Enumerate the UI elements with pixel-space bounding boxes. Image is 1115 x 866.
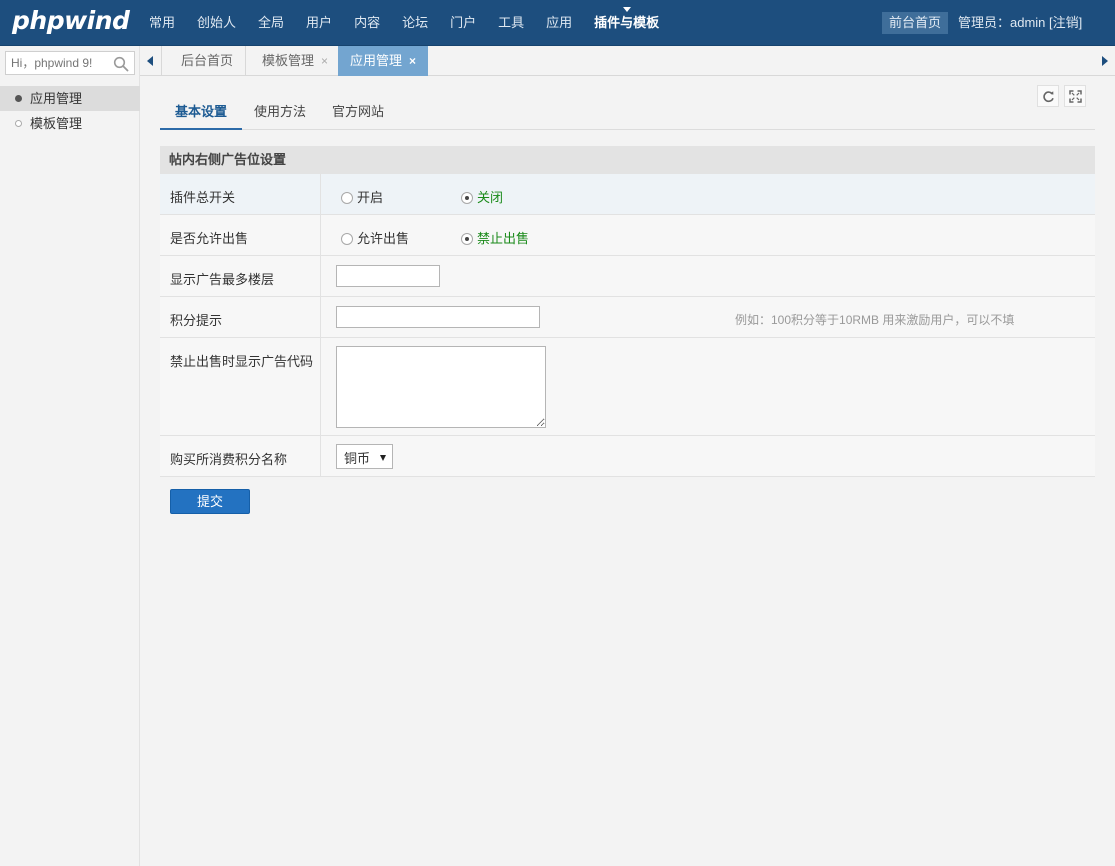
field-label: 禁止出售时显示广告代码 [160,338,321,435]
nav-item-apps[interactable]: 应用 [535,0,583,46]
logout-link[interactable]: [注销] [1049,15,1082,30]
radio-label: 开启 [357,190,384,205]
form-row-plugin-switch: 插件总开关 开启 关闭 [160,174,1095,215]
form-section-title: 帖内右侧广告位设置 [160,146,1095,174]
radio-allow-sale[interactable]: 允许出售 [341,228,409,247]
radio-label: 禁止出售 [477,231,530,246]
sidebar-item-template-management[interactable]: 模板管理 [0,111,140,136]
ad-code-textarea[interactable] [336,346,546,428]
form-row-max-floors: 显示广告最多楼层 [160,256,1095,297]
nav-item-global[interactable]: 全局 [247,0,295,46]
nav-item-founder[interactable]: 创始人 [186,0,247,46]
sidebar-menu: 应用管理 模板管理 [0,86,140,136]
form-row-allow-sale: 是否允许出售 允许出售 禁止出售 [160,215,1095,256]
nav-item-plugins-templates[interactable]: 插件与模板 [583,0,670,46]
radio-circle [461,192,473,204]
select-value: 铜币 [344,451,371,466]
nav-item-label: 插件与模板 [594,15,660,30]
max-floors-input[interactable] [336,265,440,287]
points-hint-input[interactable] [336,306,540,328]
arrow-right-icon [1102,56,1108,66]
main-nav: 常用 创始人 全局 用户 内容 论坛 门户 工具 应用 插件与模板 [138,0,670,46]
main-content: 基本设置 使用方法 官方网站 帖内右侧广告位设置 插件总开关 开启 关闭 是否允… [141,77,1115,866]
sidebar-item-app-management[interactable]: 应用管理 [0,86,140,111]
field-label: 购买所消费积分名称 [160,436,321,476]
radio-circle [341,233,353,245]
arrow-left-icon [147,56,153,66]
field-hint: 例如：100积分等于10RMB 用来激励用户，可以不填 [735,313,1015,327]
bullet-icon [15,120,22,127]
page-tab-strip: 后台首页 模板管理 × 应用管理 × [140,46,1115,76]
settings-form: 帖内右侧广告位设置 插件总开关 开启 关闭 是否允许出售 允许出售 禁止出售 显… [160,146,1095,477]
subtab-official-site[interactable]: 官方网站 [318,99,398,130]
radio-forbid-sale[interactable]: 禁止出售 [461,228,529,247]
front-home-link[interactable]: 前台首页 [882,12,949,34]
form-row-currency-name: 购买所消费积分名称 铜币 [160,436,1095,477]
caret-down-icon [622,7,631,12]
top-navigation-bar: phpwind 常用 创始人 全局 用户 内容 论坛 门户 工具 应用 插件与模… [0,0,1115,46]
subtab-usage[interactable]: 使用方法 [242,99,318,130]
tab-template-management[interactable]: 模板管理 × [250,46,342,76]
nav-item-portal[interactable]: 门户 [439,0,487,46]
field-label: 积分提示 [160,297,321,337]
radio-enable[interactable]: 开启 [341,187,383,206]
nav-item-common[interactable]: 常用 [138,0,186,46]
field-label: 插件总开关 [160,174,321,214]
form-row-ad-code: 禁止出售时显示广告代码 [160,338,1095,436]
form-row-points-hint: 积分提示 例如：100积分等于10RMB 用来激励用户，可以不填 [160,297,1095,338]
tab-label: 后台首页 [181,53,234,68]
tab-label: 模板管理 [262,53,315,68]
radio-disable[interactable]: 关闭 [461,187,503,206]
tab-label: 应用管理 [350,53,403,68]
search-input[interactable] [6,52,108,74]
sidebar-item-label: 模板管理 [30,116,83,131]
subtab-basic-settings[interactable]: 基本设置 [160,99,242,130]
tab-scroll-right-button[interactable] [1093,46,1115,76]
bullet-icon [15,95,22,102]
radio-circle [461,233,473,245]
currency-select[interactable]: 铜币 [336,444,393,469]
admin-info: 管理员：admin [注销] [958,12,1082,34]
nav-item-content[interactable]: 内容 [343,0,391,46]
close-icon[interactable]: × [321,54,328,68]
phpwind-logo[interactable]: phpwind [12,6,130,35]
dropdown-arrow-icon [380,455,386,461]
nav-item-users[interactable]: 用户 [295,0,343,46]
admin-label: 管理员：admin [958,15,1046,30]
field-label: 显示广告最多楼层 [160,256,321,296]
tab-app-management[interactable]: 应用管理 × [338,46,429,76]
radio-label: 允许出售 [357,231,410,246]
nav-item-tools[interactable]: 工具 [487,0,535,46]
close-icon[interactable]: × [409,54,416,68]
search-icon[interactable] [113,56,129,72]
sidebar-item-label: 应用管理 [30,91,83,106]
settings-sub-tabs: 基本设置 使用方法 官方网站 [160,99,1095,130]
field-label: 是否允许出售 [160,215,321,255]
left-sidebar: 应用管理 模板管理 [0,46,140,866]
submit-button[interactable]: 提交 [170,489,250,514]
tab-admin-home[interactable]: 后台首页 [169,46,247,76]
tab-scroll-left-button[interactable] [140,46,162,76]
radio-circle [341,192,353,204]
radio-label: 关闭 [477,190,504,205]
sidebar-search [5,51,135,75]
nav-item-forum[interactable]: 论坛 [391,0,439,46]
